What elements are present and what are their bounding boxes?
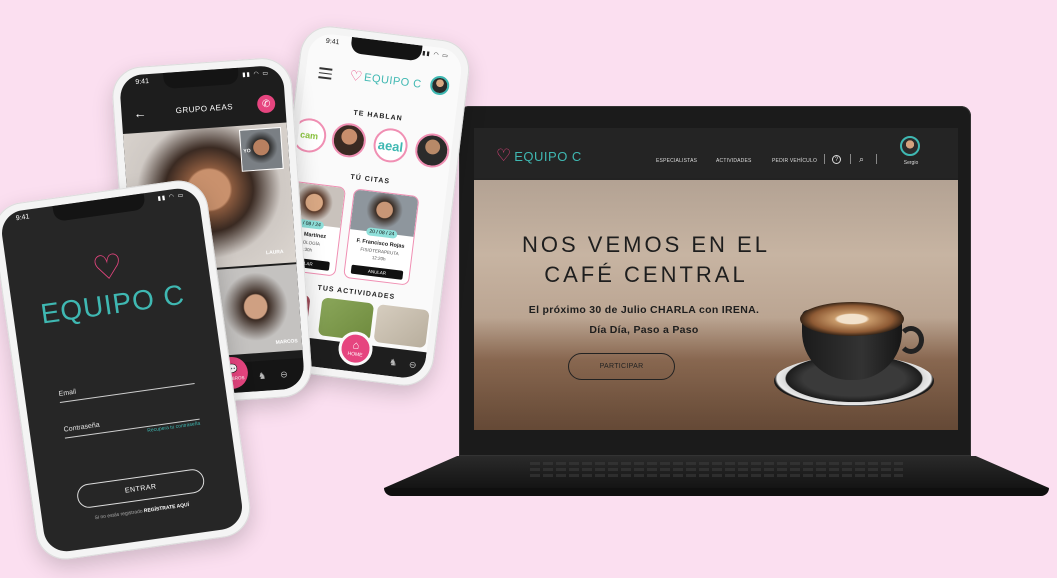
user-name[interactable]: Sergio: [900, 160, 922, 166]
home-icon: ⌂: [352, 338, 361, 352]
talking-item-person[interactable]: [329, 121, 368, 160]
key-row: [530, 462, 903, 465]
coffee-cup-image: [774, 298, 940, 410]
signal-icon: ▮▮ ◠ ▭: [157, 192, 185, 203]
activity-icon[interactable]: ♞: [388, 357, 398, 369]
laptop-screen: ♡ EQUIPO C ESPECIALISTAS ACTIVIDADES PED…: [474, 128, 958, 430]
participant-label: LAURA: [265, 249, 284, 257]
self-label: YO: [243, 148, 251, 155]
login-screen: 9:41 ▮▮ ◠ ▭ ♡ EQUIPO C Email Contraseña …: [0, 185, 245, 555]
register-link[interactable]: REGÍSTRATE AQUÍ: [144, 502, 190, 514]
status-time: 9:41: [15, 213, 30, 223]
hero-subtitle: El próximo 30 de Julio CHARLA con IRENA.…: [494, 300, 794, 340]
appointment-card[interactable]: 20 / 08 / 24 F. Francisco Rojas FISIOTER…: [343, 188, 420, 286]
divider: [876, 154, 877, 164]
logo-text: cam: [299, 129, 319, 142]
register-text: Si no estás registrado: [94, 508, 144, 522]
cancel-button[interactable]: ANULAR: [350, 264, 404, 280]
brand-logo[interactable]: ♡ EQUIPO C: [496, 146, 582, 165]
password-label: Contraseña: [63, 421, 101, 434]
status-bar: 9:41 ▮▮ ◠ ▭: [15, 192, 185, 228]
laptop-edge: [384, 488, 1049, 496]
talking-item-aeal[interactable]: aeal: [371, 126, 410, 165]
keyboard-deck: [384, 456, 1049, 488]
status-time: 9:41: [135, 78, 150, 86]
brand-name: EQUIPO C: [363, 71, 423, 91]
email-label: Email: [58, 388, 77, 399]
password-field[interactable]: Contraseña: [61, 395, 200, 439]
home-label: HOME: [347, 350, 363, 359]
key-row: [530, 468, 903, 471]
activity-card[interactable]: [373, 304, 430, 349]
avatar[interactable]: [900, 136, 920, 156]
brand-logo: ♡ EQUIPO C: [349, 67, 423, 93]
menu-icon[interactable]: [318, 67, 333, 82]
hero-line: Día Día, Paso a Paso: [589, 324, 699, 336]
nav-item-vehicle[interactable]: PEDIR VEHÍCULO: [772, 158, 817, 164]
avatar[interactable]: [429, 74, 451, 97]
latte-art: [800, 302, 904, 336]
heart-icon: ♡: [496, 146, 512, 165]
help-icon[interactable]: ?: [832, 155, 841, 164]
call-button[interactable]: ✆: [256, 94, 276, 114]
status-time: 9:41: [325, 37, 340, 47]
participant-label: MARCOS: [275, 338, 299, 346]
laptop-base: [384, 456, 1049, 498]
car-icon[interactable]: ⊖: [280, 369, 288, 380]
specialist-photo: 20 / 08 / 24: [350, 189, 419, 239]
appointment-date: 20 / 08 / 24: [365, 227, 398, 239]
signal-icon: ▮▮ ◠ ▭: [242, 70, 270, 79]
divider: [824, 154, 825, 164]
car-icon[interactable]: ⊖: [408, 359, 417, 371]
nav-item-specialists[interactable]: ESPECIALISTAS: [656, 158, 697, 164]
hero-line: El próximo 30 de Julio CHARLA con IRENA.: [528, 304, 760, 316]
self-video[interactable]: YO: [238, 126, 284, 172]
back-arrow-icon[interactable]: ←: [133, 104, 152, 121]
divider: [850, 154, 851, 164]
activity-icon[interactable]: ♞: [258, 371, 267, 383]
participate-button[interactable]: PARTICIPAR: [568, 353, 675, 380]
web-navbar: ♡ EQUIPO C ESPECIALISTAS ACTIVIDADES PED…: [474, 128, 958, 178]
nav-item-activities[interactable]: ACTIVIDADES: [716, 158, 752, 164]
brand-name: EQUIPO C: [514, 148, 582, 164]
key-row: [530, 474, 903, 477]
heart-icon: ♡: [89, 247, 126, 289]
heart-icon: ♡: [348, 66, 364, 85]
cup-handle: [898, 326, 924, 354]
talking-item-person[interactable]: [413, 131, 452, 170]
email-field[interactable]: Email: [56, 360, 195, 403]
group-title: GRUPO AEAS: [175, 101, 234, 115]
logo-text: aeal: [377, 136, 405, 155]
appointments-list: 15 / 08 / 24 Lucía Martínez PSICOLOGÍA 1…: [270, 179, 445, 291]
phone-icon: ✆: [261, 98, 271, 110]
hero-title: NOS VEMOS EN EL CAFÉ CENTRAL: [522, 232, 770, 287]
hero-banner: NOS VEMOS EN EL CAFÉ CENTRAL El próximo …: [474, 180, 958, 430]
search-icon[interactable]: ⌕: [859, 154, 864, 165]
